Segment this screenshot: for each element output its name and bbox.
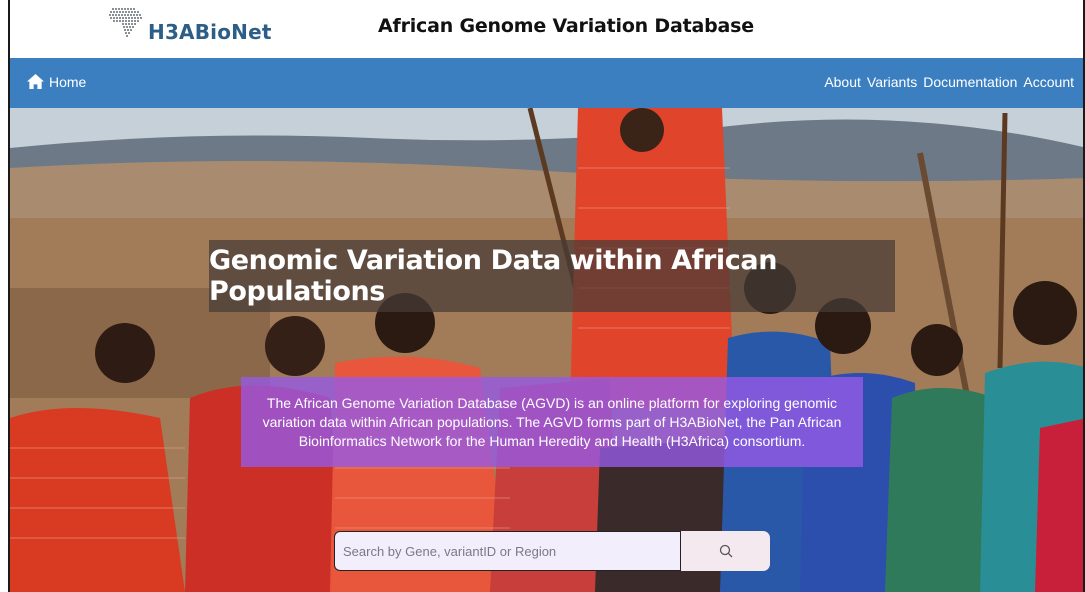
nav-home-label: Home [49, 73, 87, 90]
nav-home-link[interactable]: Home [26, 73, 86, 90]
h3abionet-logo[interactable]: H3ABioNet [108, 6, 272, 48]
nav-account-link[interactable]: Account [1023, 74, 1074, 90]
logo-text: H3ABioNet [148, 20, 272, 44]
home-icon [27, 73, 44, 90]
hero-banner: Genomic Variation Data within African Po… [10, 108, 1083, 592]
hero-background-image [10, 108, 1083, 592]
hero-description: The African Genome Variation Database (A… [241, 377, 863, 467]
africa-map-icon [109, 8, 142, 37]
page-frame: H3ABioNet African Genome Variation Datab… [8, 0, 1085, 592]
nav-about-link[interactable]: About [824, 74, 861, 90]
top-header: H3ABioNet African Genome Variation Datab… [10, 0, 1083, 58]
nav-variants-link[interactable]: Variants [867, 74, 917, 90]
hero-title: Genomic Variation Data within African Po… [209, 240, 895, 312]
nav-menu: About Variants Documentation Account [824, 74, 1074, 90]
search-icon [719, 544, 732, 558]
nav-documentation-link[interactable]: Documentation [923, 74, 1017, 90]
site-title: African Genome Variation Database [378, 15, 754, 37]
navbar: Home About Variants Documentation Accoun… [10, 58, 1083, 108]
search-button[interactable] [681, 531, 770, 571]
variant-search-input[interactable] [334, 531, 681, 571]
variant-search-form [334, 531, 770, 571]
